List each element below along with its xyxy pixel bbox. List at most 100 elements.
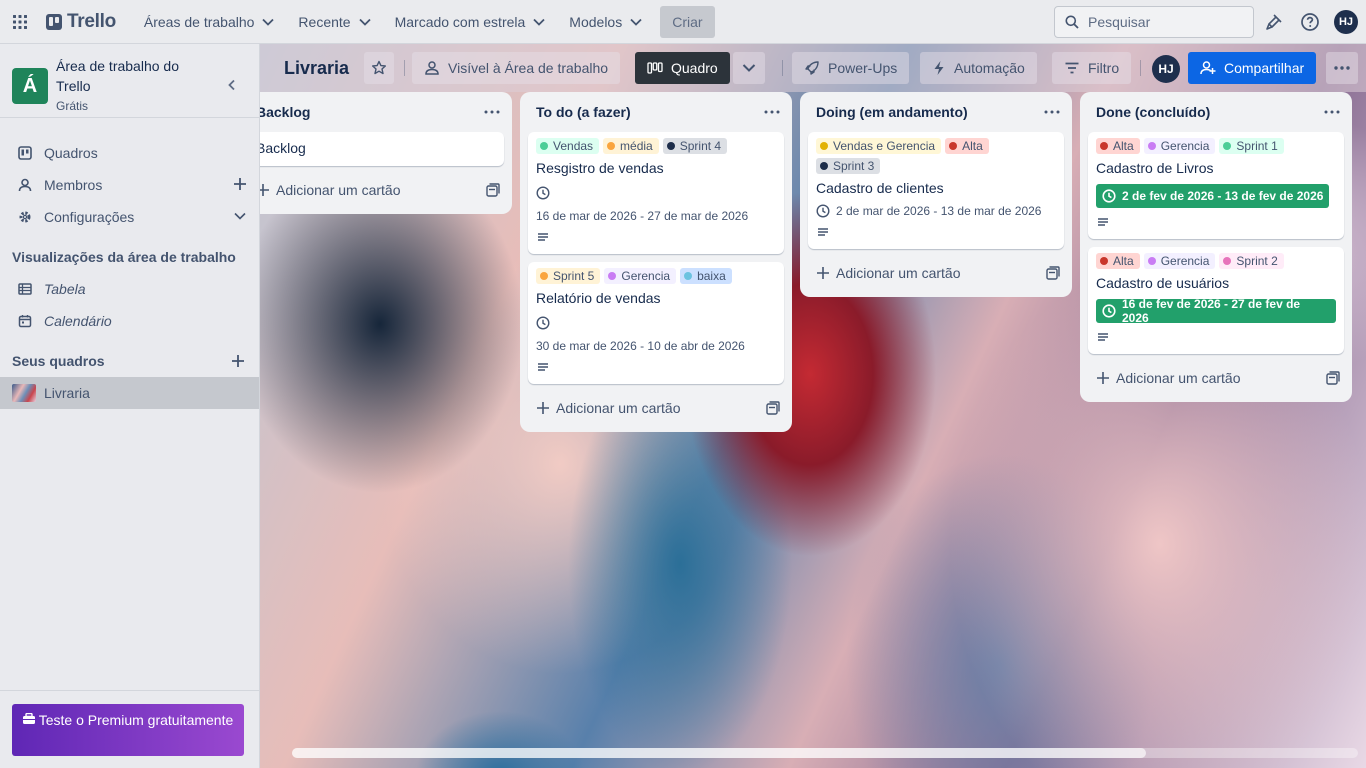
card-template-icon[interactable] [1326, 371, 1340, 385]
card-template-icon[interactable] [486, 183, 500, 197]
card-label[interactable]: Gerencia [1143, 253, 1216, 269]
sidebar-item-label: Livraria [44, 385, 90, 401]
chevron-down-icon[interactable] [233, 209, 247, 223]
card-label[interactable]: Sprint 4 [662, 138, 728, 154]
add-member-icon[interactable] [233, 177, 247, 191]
list-to-do[interactable]: To do (a fazer) Vendas média Sprint 4 Re… [520, 92, 792, 432]
card-label[interactable]: Alta [1096, 253, 1140, 269]
sidebar: Á Área de trabalho do Trello Grátis Quad… [0, 44, 260, 768]
card-labels: Sprint 5 Gerencia baixa [536, 268, 776, 284]
board-member-avatar[interactable]: HJ [1152, 55, 1180, 83]
card-label[interactable]: Sprint 5 [536, 268, 601, 284]
list-backlog[interactable]: Backlog Backlog Adicionar um cartão [260, 92, 512, 214]
card-template-icon[interactable] [1046, 266, 1060, 280]
board-menu-button[interactable] [1326, 52, 1358, 84]
board-canvas: Livraria Visível à Área de trabalho Quad… [260, 44, 1366, 768]
list-title[interactable]: Doing (em andamento) [816, 104, 968, 120]
list-title[interactable]: Done (concluído) [1096, 104, 1210, 120]
card-label[interactable]: Alta [945, 138, 989, 154]
card-template-icon[interactable] [766, 401, 780, 415]
star-board-button[interactable] [364, 52, 394, 84]
sidebar-item-settings[interactable]: Configurações [0, 201, 259, 233]
premium-trial-button[interactable]: Teste o Premium gratuitamente [12, 704, 244, 756]
card-title: Cadastro de clientes [816, 180, 944, 196]
sidebar-item-boards[interactable]: Quadros [0, 137, 259, 169]
card-title: Cadastro de usuários [1096, 275, 1230, 291]
list-header[interactable]: Done (concluído) [1080, 92, 1352, 132]
workspace-name[interactable]: Área de trabalho do Trello [56, 56, 206, 96]
card-label[interactable]: média [603, 138, 659, 154]
list-menu-icon[interactable] [484, 102, 500, 122]
description-icon [818, 228, 828, 236]
powerups-button[interactable]: Power-Ups [792, 52, 910, 84]
menu-label: Recente [298, 13, 351, 30]
filter-button[interactable]: Filtro [1052, 52, 1132, 84]
collapse-sidebar-icon[interactable] [227, 78, 237, 94]
card-label[interactable]: Sprint 1 [1219, 138, 1284, 154]
account-menu[interactable]: HJ [1331, 7, 1361, 37]
list-menu-icon[interactable] [764, 102, 780, 122]
list-doing[interactable]: Doing (em andamento) Vendas e Gerencia A… [800, 92, 1072, 297]
clock-icon [536, 186, 550, 200]
card-label[interactable]: Alta [1096, 138, 1140, 154]
sidebar-item-members[interactable]: Membros [0, 169, 259, 201]
list-header[interactable]: To do (a fazer) [520, 92, 792, 132]
card-due-date-complete-badge[interactable]: 16 de fev de 2026 - 27 de fev de 2026 [1096, 297, 1336, 325]
add-card-label: Adicionar um cartão [836, 265, 961, 281]
sidebar-board-livraria[interactable]: Livraria [0, 377, 259, 409]
card-dates[interactable]: 16 de mar de 2026 - 27 de mar de 2026 [536, 182, 776, 223]
card-cadastro-de-livros[interactable]: Alta Gerencia Sprint 1 Cadastro de Livro… [1088, 132, 1344, 239]
add-card-button[interactable]: Adicionar um cartão [524, 392, 788, 424]
app-switcher-icon[interactable] [4, 6, 36, 38]
card-cadastro-de-usuarios[interactable]: Alta Gerencia Sprint 2 Cadastro de usuár… [1088, 247, 1344, 354]
divider [0, 690, 260, 691]
views-dropdown-button[interactable] [733, 52, 765, 84]
sidebar-item-table[interactable]: Tabela [0, 273, 259, 305]
add-card-button[interactable]: Adicionar um cartão [1084, 362, 1348, 394]
card-relatorio-de-vendas[interactable]: Sprint 5 Gerencia baixa Relatório de ven… [528, 262, 784, 384]
list-header[interactable]: Doing (em andamento) [800, 92, 1072, 132]
plus-icon [260, 184, 269, 196]
board-view-button[interactable]: Quadro [635, 52, 730, 84]
menu-recent[interactable]: Recente [288, 6, 380, 38]
trello-logo[interactable]: Trello [40, 6, 122, 38]
list-title[interactable]: Backlog [260, 104, 310, 120]
add-card-button[interactable]: Adicionar um cartão [804, 257, 1068, 289]
scrollbar-thumb[interactable] [292, 748, 1146, 758]
help-icon[interactable] [1295, 7, 1325, 37]
card-label[interactable]: Vendas [536, 138, 600, 154]
horizontal-scrollbar[interactable] [292, 748, 1358, 758]
card-cadastro-de-clientes[interactable]: Vendas e Gerencia Alta Sprint 3 Cadastro… [808, 132, 1064, 249]
list-menu-icon[interactable] [1324, 102, 1340, 122]
card-label[interactable]: Gerencia [604, 268, 677, 284]
list-done[interactable]: Done (concluído) Alta Gerencia Sprint 1 … [1080, 92, 1352, 402]
board-title[interactable]: Livraria [284, 58, 349, 79]
card-due-date-complete-badge[interactable]: 2 de fev de 2026 - 13 de fev de 2026 [1096, 184, 1330, 208]
card-label[interactable]: baixa [680, 268, 732, 284]
automation-button[interactable]: Automação [920, 52, 1037, 84]
visibility-button[interactable]: Visível à Área de trabalho [412, 52, 621, 84]
card-label[interactable]: Gerencia [1143, 138, 1216, 154]
search-input[interactable]: Pesquisar [1054, 6, 1254, 38]
add-board-icon[interactable] [231, 354, 245, 368]
list-menu-icon[interactable] [1044, 102, 1060, 122]
list-header[interactable]: Backlog [260, 92, 512, 132]
plus-icon [817, 267, 829, 279]
sidebar-item-label: Membros [44, 177, 103, 193]
share-button[interactable]: Compartilhar [1188, 52, 1317, 84]
menu-workspaces[interactable]: Áreas de trabalho [134, 6, 285, 38]
add-card-button[interactable]: Adicionar um cartão [260, 174, 508, 206]
card-dates[interactable]: 30 de mar de 2026 - 10 de abr de 2026 [536, 312, 776, 353]
card-label[interactable]: Sprint 3 [816, 158, 881, 174]
card-label[interactable]: Sprint 2 [1219, 253, 1284, 269]
create-button[interactable]: Criar [660, 5, 715, 38]
list-title[interactable]: To do (a fazer) [536, 104, 631, 120]
menu-starred[interactable]: Marcado com estrela [385, 6, 556, 38]
notifications-icon[interactable] [1259, 7, 1289, 37]
card-label[interactable]: Vendas e Gerencia [816, 138, 942, 154]
card-dates[interactable]: 2 de mar de 2026 - 13 de mar de 2026 [816, 204, 1056, 218]
card-resgistro-de-vendas[interactable]: Vendas média Sprint 4 Resgistro de venda… [528, 132, 784, 254]
card-backlog[interactable]: Backlog [260, 132, 504, 166]
menu-templates[interactable]: Modelos [559, 6, 652, 38]
sidebar-item-calendar[interactable]: Calendário [0, 305, 259, 337]
